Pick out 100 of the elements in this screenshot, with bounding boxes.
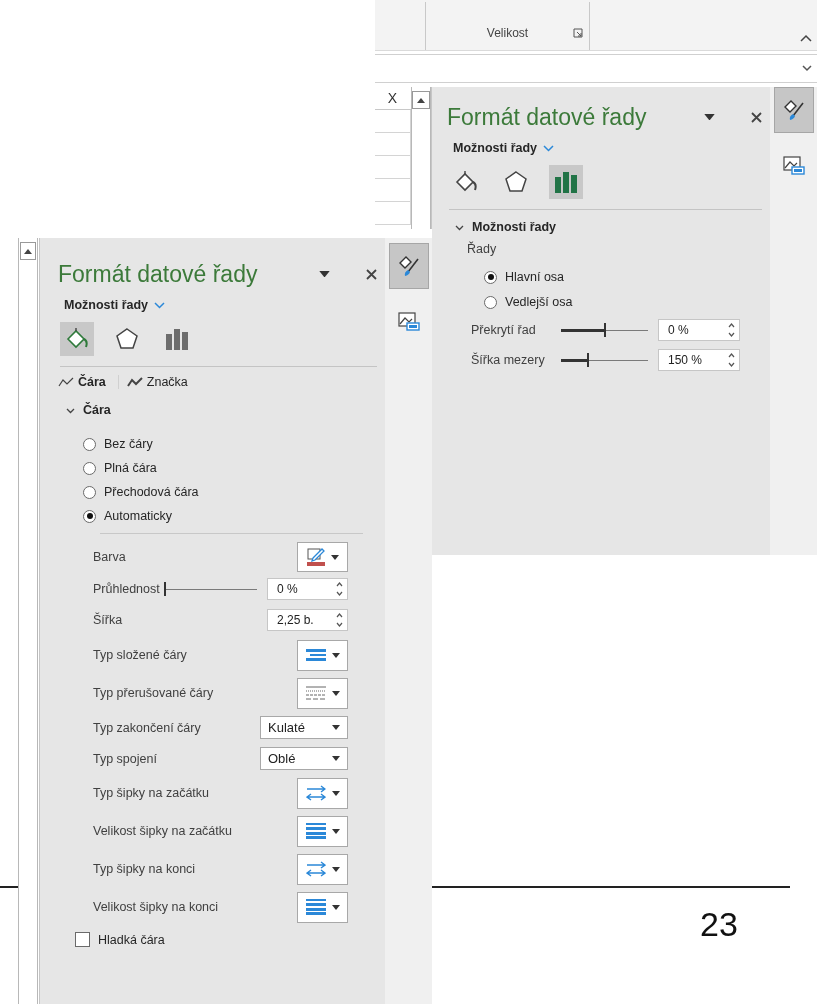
spin-field[interactable]: 150 % [658, 349, 740, 371]
marker-line-icon [126, 377, 143, 387]
sub-tab[interactable]: Značka [126, 375, 200, 389]
dashed-lines-icon [305, 686, 326, 700]
row-label: Typ složené čáry [93, 648, 188, 662]
arrows-icon [305, 785, 326, 801]
radio-option[interactable]: Přechodová čára [83, 485, 385, 499]
close-button[interactable] [366, 268, 377, 280]
caret-icon [331, 690, 340, 696]
slider-thumb[interactable] [603, 323, 606, 337]
row-label: Typ zakončení čáry [93, 720, 202, 735]
triangle-up-icon [24, 248, 32, 254]
pentagon-icon [504, 170, 528, 194]
side-tab[interactable] [388, 243, 429, 289]
close-button[interactable] [751, 111, 762, 123]
style-picker-button[interactable] [297, 639, 348, 671]
caret-icon [319, 270, 330, 278]
radio-option[interactable]: Bez čáry [83, 437, 385, 451]
radio-option[interactable]: Hlavní osa [484, 270, 770, 284]
row-label: Typ přerušované čáry [93, 686, 215, 700]
slider-thumb[interactable] [586, 353, 589, 367]
spin-arrows-icon [336, 581, 343, 597]
paint-bucket-icon [65, 327, 89, 351]
chevron-down-icon [543, 144, 555, 152]
section-header[interactable]: Čára [66, 403, 111, 417]
collapse-ribbon-icon[interactable] [800, 34, 812, 42]
slider-label: Šířka mezery [471, 353, 546, 367]
radio-option[interactable]: Plná čára [83, 461, 385, 475]
spin-field[interactable]: 0 % [267, 578, 348, 600]
line-weights-icon [305, 823, 326, 839]
radio-button[interactable] [484, 270, 497, 284]
checkbox-option[interactable]: Hladká čára [75, 932, 385, 947]
style-picker-button[interactable] [297, 891, 348, 923]
radio-option[interactable]: Vedlejší osa [484, 295, 770, 309]
picture-size-icon [397, 312, 420, 332]
slider-thumb[interactable] [163, 582, 166, 596]
caret-icon [331, 904, 340, 910]
row-label: Barva [93, 550, 127, 564]
scroll-up-button[interactable] [412, 91, 430, 109]
pentagon-icon [115, 327, 139, 351]
options-menu[interactable]: Možnosti řady [453, 141, 555, 155]
bar-chart-icon [554, 171, 578, 193]
row-label: Šířka [93, 613, 124, 627]
arrows-icon [305, 861, 326, 877]
paint-bucket-icon [454, 170, 478, 194]
checkbox[interactable] [75, 932, 90, 947]
row-label: Velikost šipky na konci [93, 900, 220, 914]
expand-formula-bar-icon[interactable] [802, 65, 812, 72]
slider-label: Překrytí řad [471, 323, 537, 337]
sub-tab[interactable]: Čára [58, 375, 119, 389]
caret-icon [704, 113, 715, 121]
radio-button[interactable] [83, 509, 96, 523]
ribbon-group-label: Velikost [486, 26, 529, 40]
triangle-up-icon [417, 97, 425, 103]
close-icon [751, 111, 762, 123]
dialog-launcher-icon[interactable] [573, 28, 583, 38]
radio-option[interactable]: Automaticky [83, 509, 385, 523]
pane-title: Formát datové řady [58, 260, 259, 288]
paint-brush-icon [397, 255, 420, 277]
spin-arrows-icon [336, 612, 343, 628]
caret-icon [331, 828, 340, 834]
radio-button[interactable] [83, 485, 96, 499]
chevron-down-icon [154, 301, 166, 309]
caret-icon [331, 866, 340, 872]
close-icon [366, 268, 377, 280]
icon-tab[interactable] [60, 322, 94, 356]
line-weights-icon [305, 899, 326, 915]
spin-field[interactable]: 0 % [658, 319, 740, 341]
row-label: Typ spojení [93, 751, 158, 766]
side-tab[interactable] [773, 87, 814, 133]
style-picker-button[interactable] [297, 853, 348, 885]
color-picker-button[interactable] [297, 542, 348, 572]
line-style-icon [305, 648, 326, 662]
options-button[interactable] [319, 270, 330, 278]
row-label: Typ šipky na začátku [93, 786, 211, 800]
options-menu[interactable]: Možnosti řady [64, 298, 166, 312]
radio-button[interactable] [83, 461, 96, 475]
line-icon [58, 377, 74, 387]
bar-chart-icon [165, 328, 189, 350]
caret-icon [331, 790, 340, 796]
row-label: Velikost šipky na začátku [93, 824, 233, 838]
options-button[interactable] [704, 113, 715, 121]
section-header[interactable]: Možnosti řady [455, 220, 557, 234]
radio-button[interactable] [83, 437, 96, 451]
radio-button[interactable] [484, 295, 497, 309]
spin-field[interactable]: 2,25 b. [267, 609, 348, 631]
caret-icon [332, 756, 340, 761]
spin-arrows-icon [728, 352, 735, 368]
dropdown[interactable]: Kulaté [260, 716, 348, 739]
caret-icon [332, 725, 340, 730]
dropdown[interactable]: Oblé [260, 747, 348, 770]
style-picker-button[interactable] [297, 815, 348, 847]
scroll-up-button[interactable] [20, 242, 36, 260]
style-picker-button[interactable] [297, 777, 348, 809]
group-label: Řady [467, 242, 498, 256]
caret-icon [330, 554, 339, 560]
caret-icon [331, 652, 340, 658]
picture-size-icon [782, 156, 805, 176]
page-number: 23 [700, 905, 738, 944]
pane-title: Formát datové řady [447, 103, 648, 131]
